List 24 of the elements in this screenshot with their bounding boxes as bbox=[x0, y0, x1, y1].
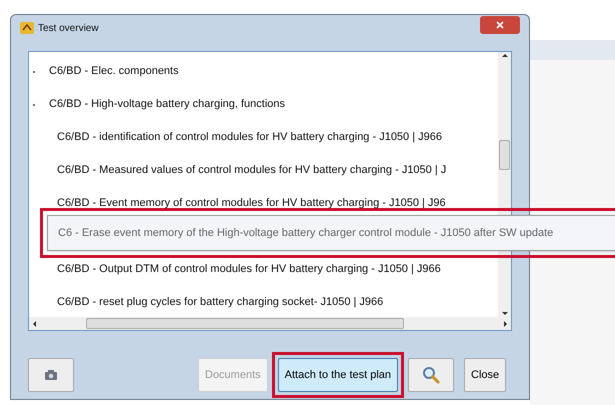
dialog-button[interactable]: Attach to the test plan bbox=[278, 358, 398, 392]
app-logo-icon bbox=[20, 22, 34, 34]
window-title: Test overview bbox=[38, 22, 99, 36]
close-button[interactable] bbox=[480, 16, 520, 34]
camera-button[interactable] bbox=[28, 358, 74, 392]
tree-item[interactable]: C6/BD - Event memory of control modules for HV battery charging - J1050 | J96 bbox=[57, 195, 446, 212]
tree-item[interactable]: C6/BD - High-voltage battery charging, functions bbox=[49, 96, 286, 113]
tree-item[interactable]: C6/BD - reset plug cycles for battery charging socket- J1050 | J966 bbox=[57, 294, 384, 311]
camera-icon bbox=[44, 369, 58, 381]
search-button[interactable] bbox=[408, 358, 454, 392]
dialog-button[interactable]: Close bbox=[464, 358, 506, 392]
left-arrow-icon bbox=[33, 320, 36, 326]
scroll-thumb[interactable] bbox=[86, 318, 404, 329]
up-arrow-icon bbox=[502, 54, 508, 57]
close-icon bbox=[496, 21, 504, 29]
horizontal-scrollbar[interactable] bbox=[29, 317, 511, 330]
search-icon bbox=[421, 365, 442, 385]
tree-item[interactable]: C6/BD - Output DTM of control modules for HV battery charging - J1050 | J966 bbox=[57, 261, 441, 278]
tree-item[interactable]: C6/BD - identification of control modules for HV battery charging - J1050 | J966 bbox=[57, 129, 442, 146]
tooltip: C6 - Erase event memory of the High-voltage battery charger control module - J1050 after SW update bbox=[47, 215, 615, 251]
tree-item[interactable]: C6/BD - Elec. components bbox=[49, 63, 179, 80]
right-arrow-icon bbox=[504, 320, 507, 326]
tree-item[interactable]: C6/BD - Measured values of control modules for HV battery charging - J1050 | J bbox=[57, 162, 446, 179]
scroll-thumb[interactable] bbox=[499, 140, 510, 170]
